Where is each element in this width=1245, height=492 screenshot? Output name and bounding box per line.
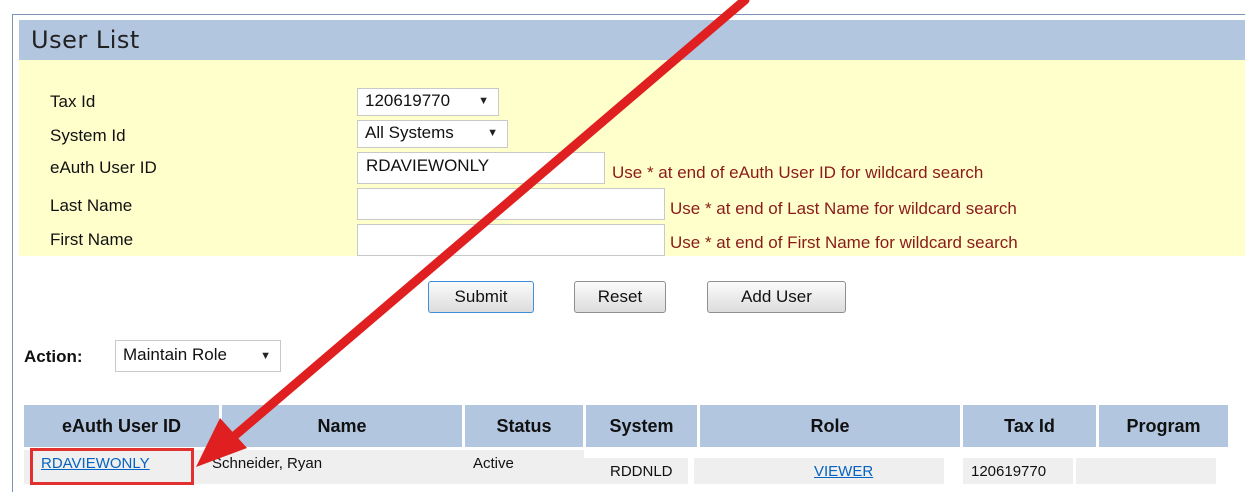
red-arrow-icon <box>196 0 750 467</box>
